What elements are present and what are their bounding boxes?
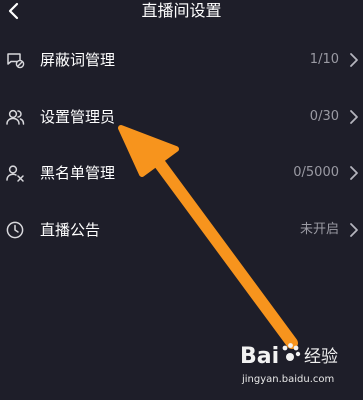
chevron-right-icon xyxy=(348,109,360,125)
settings-row-label: 黑名单管理 xyxy=(40,164,116,182)
settings-row-value: 0/30 xyxy=(309,108,339,124)
settings-row-value: 1/10 xyxy=(309,52,339,67)
user-blocked-icon xyxy=(5,163,25,183)
settings-row-value: 0/5000 xyxy=(293,165,339,180)
svg-text:经验: 经验 xyxy=(304,347,338,367)
svg-text:Bai: Bai xyxy=(240,344,279,369)
chevron-right-icon xyxy=(348,222,360,238)
settings-row-admins[interactable]: 设置管理员 0/30 xyxy=(0,95,363,152)
settings-row-label: 设置管理员 xyxy=(40,107,116,126)
header-bar: 直播间设置 xyxy=(0,0,363,26)
settings-row-label: 屏蔽词管理 xyxy=(40,51,116,69)
settings-row-label: 直播公告 xyxy=(40,220,101,239)
settings-row-value: 未开启 xyxy=(299,221,339,237)
page-title: 直播间设置 xyxy=(141,1,222,20)
settings-row-announcement[interactable]: 直播公告 未开启 xyxy=(0,208,363,265)
chevron-right-icon xyxy=(348,52,360,68)
clock-icon xyxy=(5,220,25,240)
settings-list: 屏蔽词管理 1/10 设置管理员 0/30 黑名单管理 0/5000 直播公告 … xyxy=(0,38,363,264)
watermark-url: jingyan.baidu.com xyxy=(242,374,335,385)
users-icon xyxy=(5,107,25,127)
baidu-jingyan-logo: Bai 经验 xyxy=(240,343,338,369)
watermark: Bai 经验 jingyan.baidu.com xyxy=(238,336,360,394)
chevron-right-icon xyxy=(348,165,360,181)
comment-blocked-icon xyxy=(5,50,25,70)
settings-row-blacklist[interactable]: 黑名单管理 0/5000 xyxy=(0,151,363,208)
settings-row-blocked-words[interactable]: 屏蔽词管理 1/10 xyxy=(0,38,363,95)
